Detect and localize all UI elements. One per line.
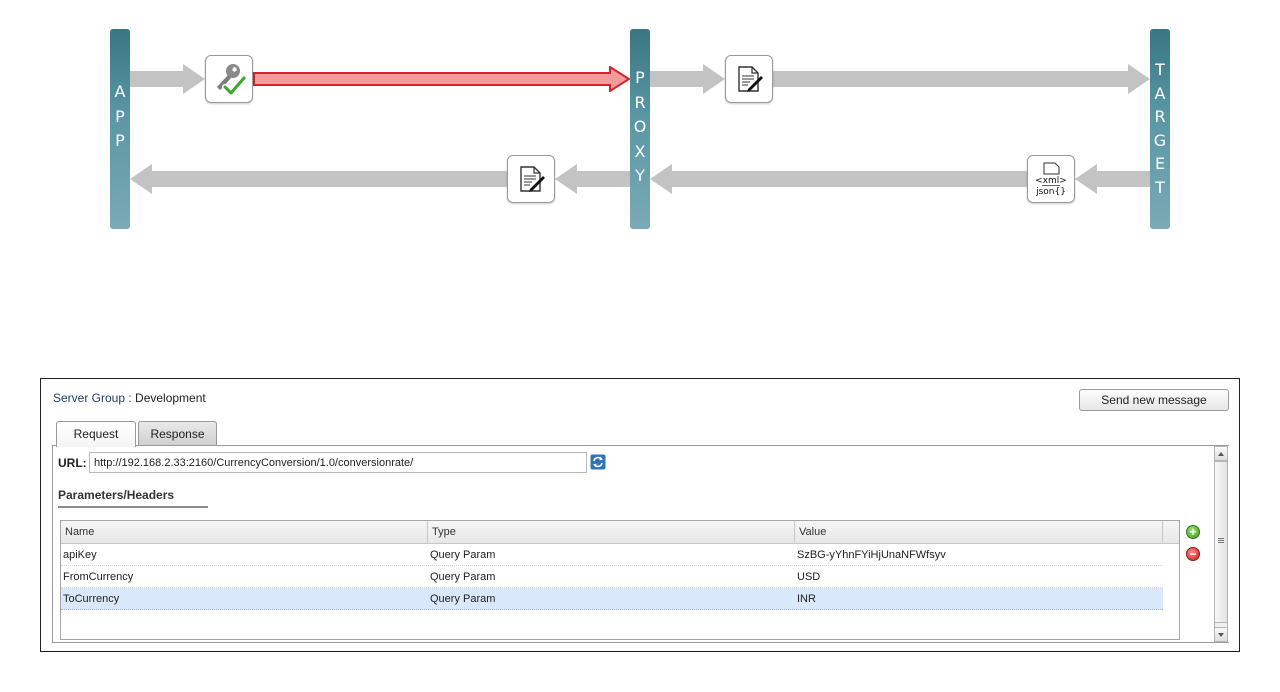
edit-document-icon xyxy=(738,66,763,92)
column-header-name[interactable]: Name xyxy=(61,521,428,543)
table-row[interactable]: apiKey Query Param SzBG-yYhnFYiHjUnaNFWf… xyxy=(61,544,1163,566)
scroll-thumb[interactable] xyxy=(1215,461,1227,623)
server-group-value: Development xyxy=(135,391,206,405)
scroll-down-button[interactable] xyxy=(1215,627,1227,641)
table-header: Name Type Value xyxy=(61,521,1179,544)
xml-to-json-policy[interactable]: <xml> json{} xyxy=(1027,155,1075,203)
app-bar[interactable]: APP xyxy=(110,29,130,229)
url-label: URL: xyxy=(58,456,87,470)
trace-details-panel: Server Group : Development Send new mess… xyxy=(40,378,1240,652)
param-type: Query Param xyxy=(430,593,496,605)
scroll-up-button[interactable] xyxy=(1215,447,1227,461)
param-value: SzBG-yYhnFYiHjUnaNFWfsyv xyxy=(797,549,946,561)
request-tab-content: URL: Parameters/Headers Name Type Value … xyxy=(52,445,1229,643)
proxy-to-transform-arrow xyxy=(650,64,725,94)
url-field[interactable] xyxy=(89,452,587,473)
edit-document-icon xyxy=(520,166,545,192)
proxy-bar[interactable]: PROXY xyxy=(630,29,650,229)
json-label: json{} xyxy=(1035,187,1066,197)
table-row[interactable]: ToCurrency Query Param INR xyxy=(61,588,1163,610)
parameters-headers-title: Parameters/Headers xyxy=(58,488,175,502)
tab-request[interactable]: Request xyxy=(56,421,136,447)
tab-response[interactable]: Response xyxy=(138,421,217,446)
app-bar-label: APP xyxy=(114,82,126,150)
xml-json-to-proxy-arrow xyxy=(650,164,1027,194)
key-check-icon xyxy=(217,64,247,96)
param-name: ToCurrency xyxy=(63,593,120,605)
param-type: Query Param xyxy=(430,549,496,561)
vertical-scrollbar[interactable] xyxy=(1214,446,1228,642)
target-bar[interactable]: TARGET xyxy=(1150,29,1170,229)
app-to-verify-arrow xyxy=(130,64,205,94)
remove-parameter-icon[interactable]: − xyxy=(1186,547,1200,561)
verify-api-key-policy[interactable] xyxy=(205,55,253,103)
param-value: INR xyxy=(797,593,816,605)
param-value: USD xyxy=(797,571,821,583)
request-transform-policy[interactable] xyxy=(725,55,773,103)
xml-label: <xml> xyxy=(1035,176,1067,186)
server-group: Server Group : Development xyxy=(53,391,206,405)
transform-to-target-arrow xyxy=(773,64,1150,94)
add-parameter-icon[interactable]: + xyxy=(1186,525,1200,539)
target-bar-label: TARGET xyxy=(1153,60,1167,197)
send-new-message-button[interactable]: Send new message xyxy=(1079,389,1229,411)
xml-json-icon: <xml> json{} xyxy=(1035,162,1067,197)
trace-view: APP PROXY TARGET <xml> json{} Server Gro… xyxy=(0,0,1280,692)
refresh-icon[interactable] xyxy=(590,454,606,470)
highlighted-request-arrow xyxy=(253,66,630,92)
response-transform-policy[interactable] xyxy=(507,155,555,203)
param-name: apiKey xyxy=(63,549,97,561)
proxy-bar-label: PROXY xyxy=(633,68,647,185)
param-name: FromCurrency xyxy=(63,571,134,583)
column-header-value[interactable]: Value xyxy=(795,521,1163,543)
table-row[interactable]: FromCurrency Query Param USD xyxy=(61,566,1163,588)
response-to-app-arrow xyxy=(130,164,507,194)
target-to-xml-json-arrow xyxy=(1075,164,1150,194)
section-divider xyxy=(58,506,208,508)
column-header-type[interactable]: Type xyxy=(428,521,795,543)
proxy-to-response-transform-arrow xyxy=(555,164,630,194)
param-type: Query Param xyxy=(430,571,496,583)
parameters-table: Name Type Value apiKey Query Param SzBG-… xyxy=(60,520,1180,640)
server-group-label: Server Group : xyxy=(53,391,136,405)
